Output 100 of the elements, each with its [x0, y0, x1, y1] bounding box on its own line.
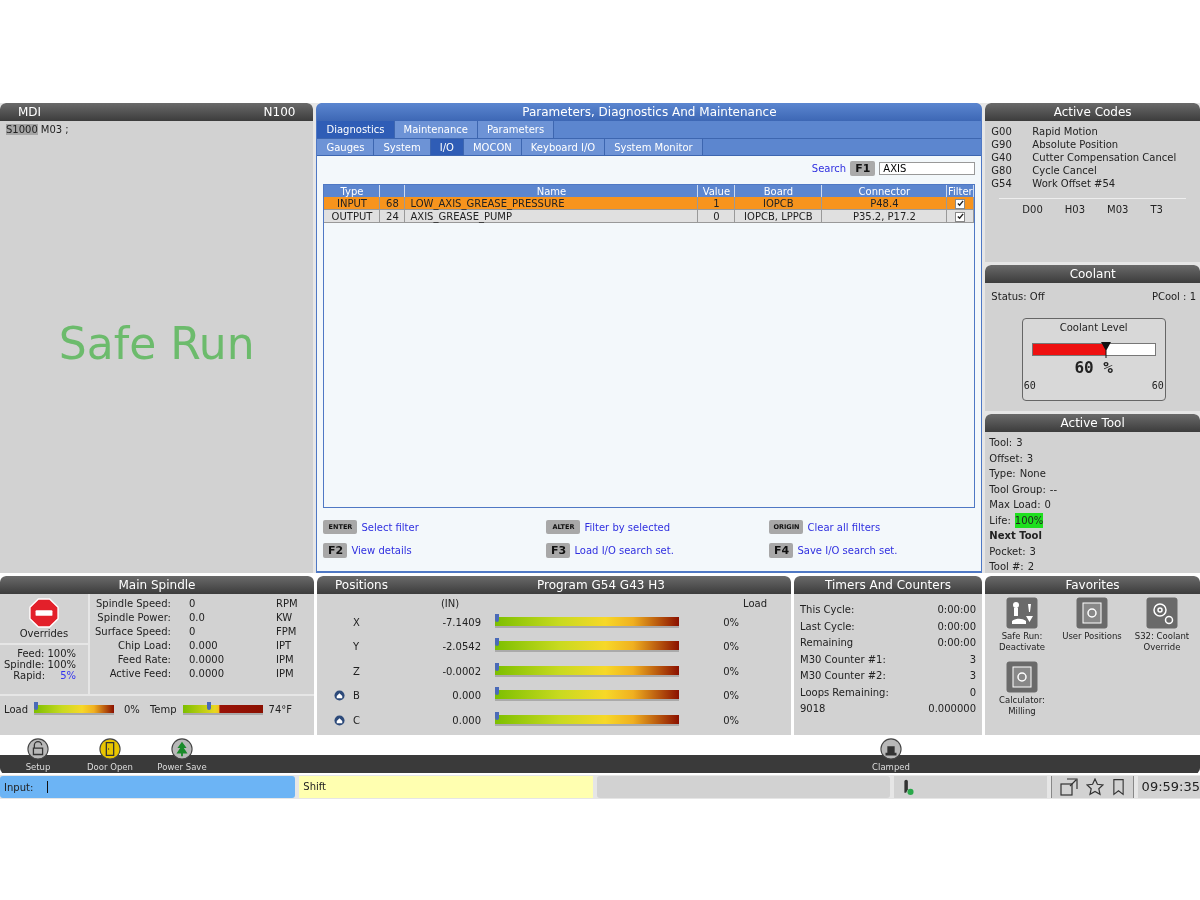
clamp-icon[interactable]	[880, 738, 902, 760]
meter-reading: 74°F	[268, 704, 292, 715]
panel-title: Coolant	[985, 265, 1200, 283]
panel-title: Parameters, Diagnostics And Maintenance	[317, 103, 982, 121]
panel-title: Positions	[334, 577, 389, 594]
axis-position: -2.0542	[441, 641, 481, 653]
panel-title: Main Spindle	[0, 576, 314, 594]
program-word: S1000	[6, 124, 38, 135]
table-row[interactable]: INPUT 68 LOW_AXIS_GREASE_PRESSURE 1 IOPCB P48.4	[324, 197, 974, 210]
field-label: Tool:	[989, 436, 1013, 450]
stat-unit: RPM	[276, 597, 298, 611]
timer-label: 9018	[800, 702, 826, 716]
panel-title: Active Tool	[985, 414, 1200, 432]
tab[interactable]: I/O	[430, 139, 464, 155]
text-cursor	[47, 781, 49, 793]
stat-label: Feed Rate:	[116, 653, 171, 667]
lock-icon[interactable]	[27, 738, 49, 760]
axis-name: X	[352, 616, 361, 628]
table-cell: INPUT	[324, 197, 380, 210]
active-code: D00	[1022, 204, 1043, 215]
filter-checkbox[interactable]	[955, 198, 966, 209]
load-reading: 0%	[722, 714, 739, 726]
override-value: 100%	[47, 648, 76, 659]
g-code: G80	[991, 164, 1013, 177]
program-title: Program G54 G43 H3	[536, 577, 666, 594]
axis-name: C	[352, 714, 361, 726]
load-reading: 0%	[722, 665, 739, 677]
gauge-reading: 60 %	[1073, 358, 1114, 377]
tree-icon[interactable]	[171, 738, 193, 760]
column-header: Type	[324, 185, 380, 197]
meter-label: Temp	[149, 704, 177, 715]
g-code: G00	[991, 125, 1013, 138]
field-label: Life:	[989, 513, 1011, 528]
table-cell: 1	[697, 197, 735, 210]
load-reading: 0%	[722, 616, 739, 628]
hint-label: Save I/O search set.	[797, 545, 898, 556]
timer-label: M30 Counter #2:	[800, 669, 886, 683]
column-header: Name	[404, 185, 698, 197]
field-value: --	[1049, 482, 1057, 497]
axis-name: Z	[352, 665, 361, 677]
panel-title: MDI	[18, 104, 42, 121]
input-field[interactable]: Input:	[0, 776, 296, 798]
status-label: Door Open	[87, 761, 133, 773]
status-label: Power Save	[157, 761, 207, 773]
code-description: Work Offset #54	[1032, 177, 1116, 190]
stat-value: 0	[188, 625, 197, 639]
favorite-label: Safe Run: Deactivate	[997, 631, 1047, 653]
stat-unit: IPM	[276, 653, 294, 667]
settings-icon[interactable]	[1146, 597, 1178, 629]
section-heading: Next Tool	[989, 529, 1043, 543]
window-icon[interactable]	[1059, 778, 1078, 796]
table-row[interactable]: OUTPUT 24 AXIS_GREASE_PUMP 0 IOPCB, LPPCB P35.2, P17.2	[324, 209, 974, 223]
field-label: Type:	[989, 467, 1016, 481]
stop-icon[interactable]	[29, 598, 59, 628]
favorite-label: S32: Coolant Override	[1133, 631, 1191, 653]
status-label: Setup	[25, 761, 51, 773]
door-icon[interactable]	[99, 738, 121, 760]
stat-label: Spindle Power:	[96, 611, 171, 625]
stat-label: Chip Load:	[117, 639, 171, 653]
key-cap[interactable]: F1	[850, 160, 876, 176]
code-description: Cycle Cancel	[1032, 164, 1097, 177]
bookmark-icon[interactable]	[1111, 778, 1125, 796]
timer-label: M30 Counter #1:	[800, 652, 886, 667]
mode-text: Safe Run	[57, 317, 256, 371]
pcool-value: PCool : 1	[1151, 291, 1196, 302]
search-field[interactable]: AXIS	[879, 161, 976, 175]
field-value: None	[1019, 467, 1046, 481]
hint-label: View details	[351, 545, 412, 556]
tab[interactable]: Diagnostics	[317, 121, 395, 138]
panel-title: Active Codes	[985, 103, 1200, 121]
field-label: Pocket:	[989, 544, 1026, 559]
block-number: N100	[263, 104, 296, 121]
stat-label: Surface Speed:	[94, 625, 171, 639]
stat-unit: IPT	[276, 639, 292, 653]
key-cap[interactable]: F3	[546, 543, 571, 558]
active-code: T3	[1150, 204, 1163, 215]
column-header: Value	[697, 185, 735, 197]
star-icon[interactable]	[1085, 778, 1104, 796]
field-value: 2	[1027, 560, 1035, 573]
override-value: 5%	[59, 670, 76, 681]
axis-position: 0.000	[451, 714, 481, 726]
field-label: Max Load:	[989, 498, 1041, 512]
timer-label: This Cycle:	[800, 603, 855, 617]
hint-label: Filter by selected	[584, 521, 671, 533]
timer-value: 3	[969, 669, 976, 683]
clock-time: 09:59:35	[1137, 776, 1200, 798]
meter-reading: 0%	[124, 704, 140, 715]
filter-checkbox[interactable]	[955, 211, 966, 222]
override-label: Feed:	[17, 648, 45, 659]
key-cap[interactable]: F4	[769, 543, 794, 558]
figure-icon[interactable]	[1006, 597, 1038, 629]
override-label: Rapid:	[13, 670, 45, 681]
timer-label: Loops Remaining:	[800, 685, 889, 700]
field-label: Tool #:	[989, 560, 1024, 573]
stat-unit: KW	[276, 611, 293, 625]
stat-label: Active Feed:	[108, 667, 171, 681]
override-value: 100%	[47, 659, 76, 670]
g-code: G54	[991, 177, 1013, 190]
key-cap[interactable]: F2	[323, 543, 348, 558]
axis-position: -7.1409	[441, 616, 481, 628]
